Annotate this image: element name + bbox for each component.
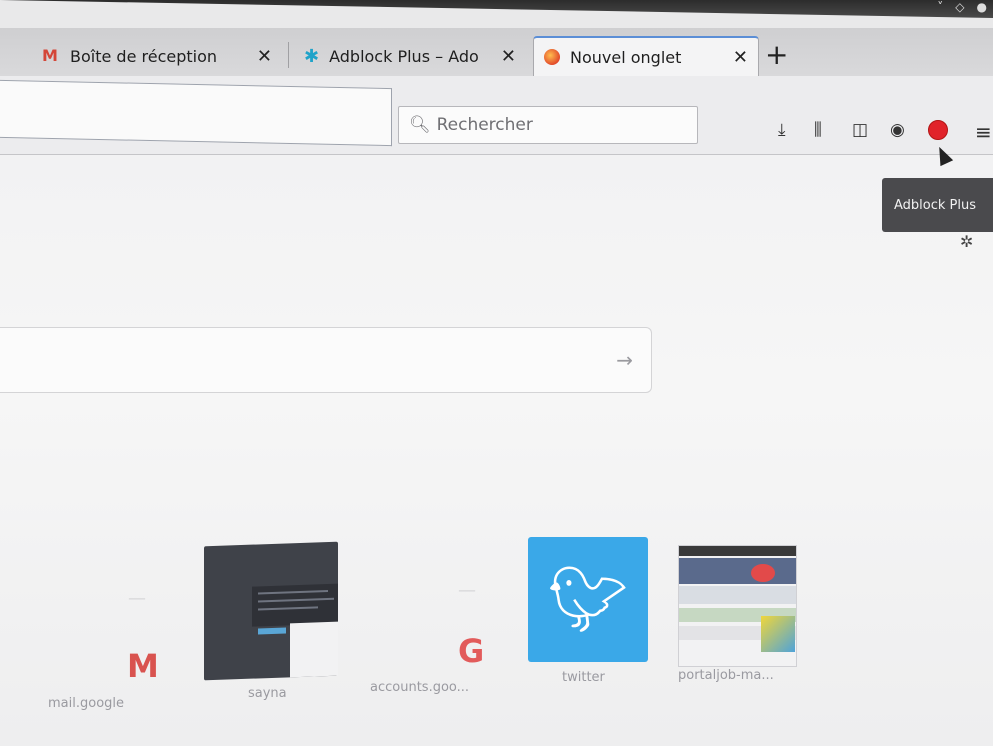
tab-gmail[interactable]: Boîte de réception ✕	[32, 36, 282, 76]
library-icon[interactable]: ⫼	[814, 120, 822, 140]
adblock-tooltip: Adblock Plus	[882, 178, 993, 232]
top-site-label[interactable]: mail.google	[48, 696, 124, 711]
tab-bar: Boîte de réception ✕ ✱ Adblock Plus – Ad…	[0, 28, 993, 76]
search-placeholder: Rechercher	[436, 115, 533, 135]
sidebar-icon[interactable]: ◫	[852, 120, 868, 140]
top-site-label[interactable]: portaljob-ma...	[678, 668, 774, 683]
url-bar[interactable]	[0, 79, 392, 147]
minimize-icon[interactable]: ˅	[937, 0, 943, 14]
search-icon: 🔍︎	[409, 115, 431, 135]
tab-title: Nouvel onglet	[570, 47, 682, 67]
top-site-sayna-thumbnail[interactable]	[204, 541, 338, 681]
new-tab-button[interactable]: +	[765, 38, 788, 71]
download-icon[interactable]: ⤓	[778, 120, 786, 140]
search-bar[interactable]: 🔍︎ Rechercher	[398, 106, 698, 144]
web-search-input[interactable]: →	[0, 327, 652, 393]
tab-title: Adblock Plus – Ado	[329, 46, 479, 66]
thumbnail-button	[258, 627, 286, 635]
window-controls: ˅ ◇ ●	[937, 0, 987, 14]
top-site-twitter-thumbnail[interactable]: 🐦︎	[528, 537, 648, 662]
adblock-plus-button[interactable]	[928, 120, 948, 140]
thumbnail-image	[761, 616, 795, 652]
thumbnail-bar	[679, 546, 796, 556]
google-logo-icon[interactable]: G	[458, 632, 484, 670]
puzzle-icon: ✱	[304, 45, 320, 67]
account-icon[interactable]: ◉	[890, 120, 905, 140]
firefox-icon	[544, 49, 560, 65]
close-tab-icon[interactable]: ✕	[257, 46, 272, 67]
tab-adblock-plus[interactable]: ✱ Adblock Plus – Ado ✕	[294, 36, 526, 76]
thumbnail-red-circle	[751, 564, 775, 582]
top-site-label[interactable]: twitter	[562, 670, 605, 685]
gmail-logo-icon[interactable]: M	[127, 647, 159, 685]
nav-toolbar: 🔍︎ Rechercher ⤓ ⫼ ◫ ◉ ≡	[0, 76, 993, 155]
arrow-right-icon[interactable]: →	[616, 348, 633, 372]
tab-new-tab[interactable]: Nouvel onglet ✕	[533, 36, 759, 76]
pin-icon: —	[458, 580, 476, 601]
thumbnail-white-block	[290, 621, 338, 678]
top-site-label[interactable]: accounts.goo...	[370, 680, 469, 695]
pin-icon: —	[128, 588, 146, 609]
gear-icon[interactable]: ✲	[960, 232, 973, 251]
gmail-icon	[42, 46, 60, 65]
tab-title: Boîte de réception	[70, 46, 218, 66]
close-tab-icon[interactable]: ✕	[733, 47, 748, 68]
close-window-icon[interactable]: ●	[977, 0, 987, 14]
tab-separator	[288, 42, 289, 68]
window-titlebar-strip	[0, 0, 993, 18]
top-site-label[interactable]: sayna	[248, 686, 287, 701]
close-tab-icon[interactable]: ✕	[501, 46, 516, 67]
thumbnail-bar	[679, 586, 796, 604]
twitter-bird-icon: 🐦︎	[547, 563, 629, 637]
maximize-icon[interactable]: ◇	[955, 0, 964, 14]
thumbnail-bar	[679, 558, 796, 584]
menu-icon[interactable]: ≡	[975, 120, 992, 144]
top-site-portaljob-thumbnail[interactable]	[678, 545, 797, 667]
